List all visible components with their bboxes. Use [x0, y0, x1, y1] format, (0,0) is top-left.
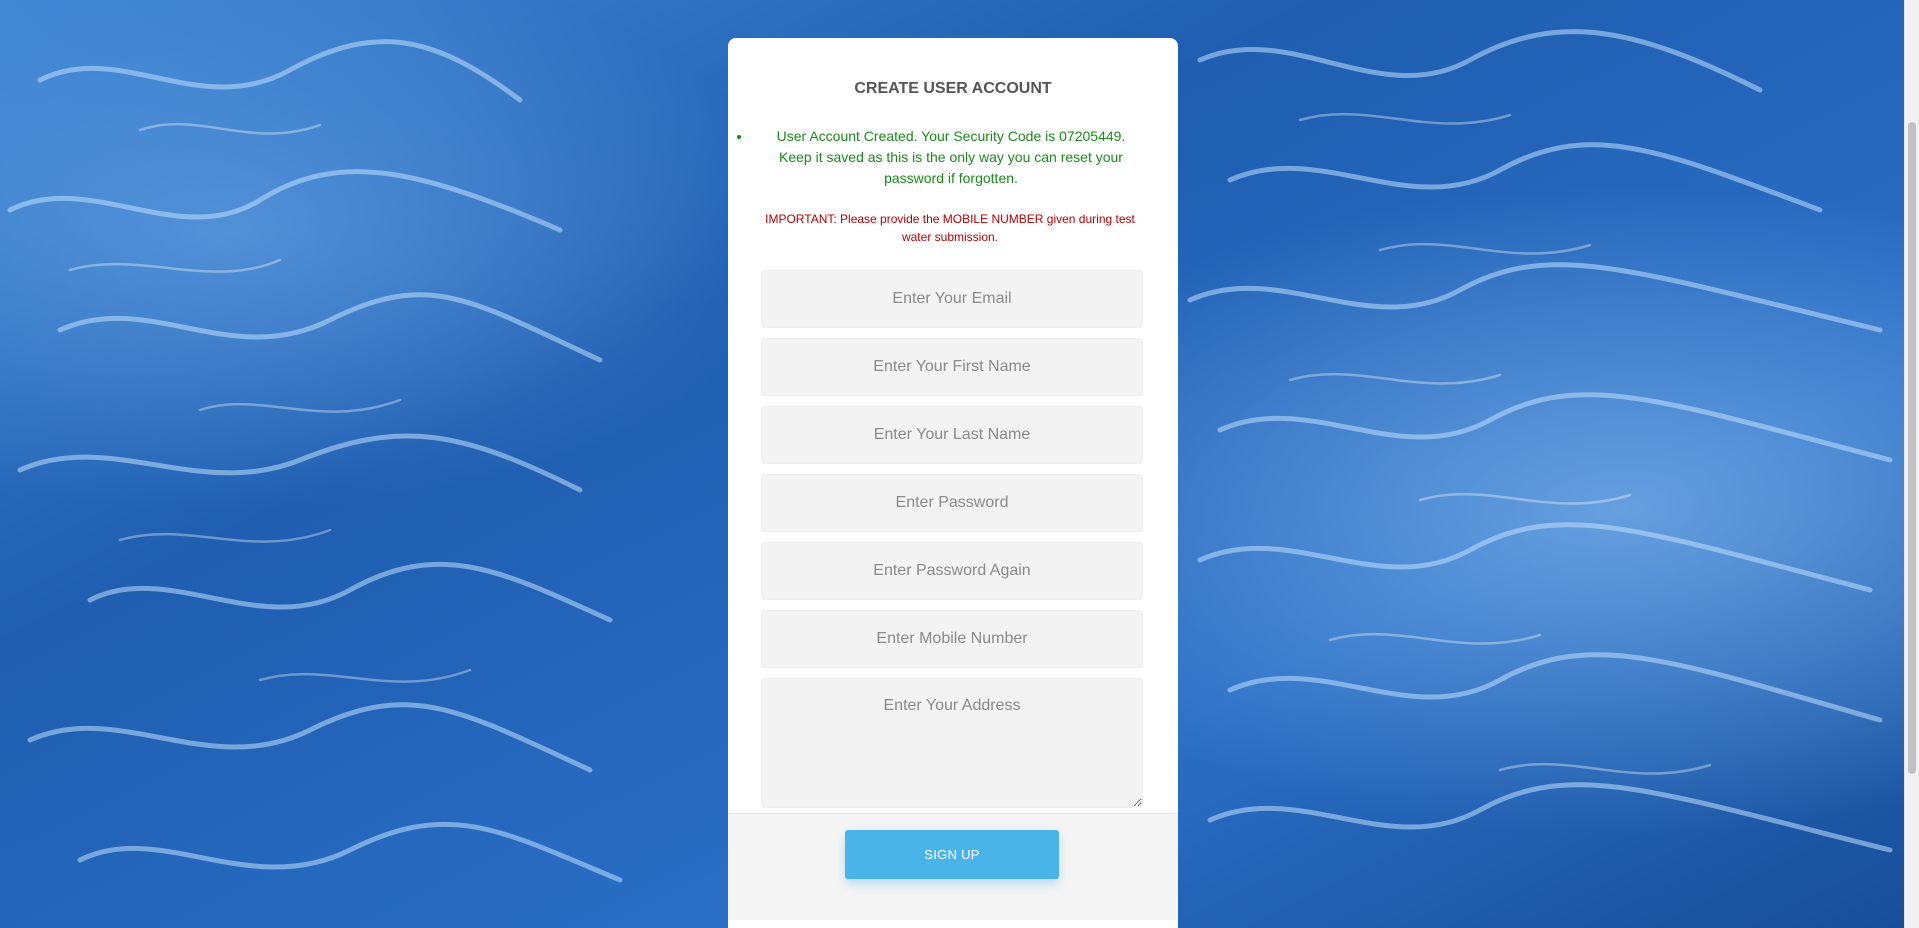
- success-messages: User Account Created. Your Security Code…: [752, 126, 1142, 189]
- page: CREATE USER ACCOUNT User Account Created…: [0, 0, 1919, 928]
- mobile-number-field[interactable]: [761, 610, 1143, 668]
- sign-up-button[interactable]: SIGN UP: [845, 830, 1059, 879]
- password-again-field[interactable]: [761, 542, 1143, 600]
- page-scrollbar[interactable]: [1904, 0, 1919, 928]
- scrollbar-thumb[interactable]: [1908, 122, 1916, 774]
- last-name-field[interactable]: [761, 406, 1143, 464]
- form-title: CREATE USER ACCOUNT: [854, 80, 1052, 97]
- success-message: User Account Created. Your Security Code…: [752, 126, 1142, 189]
- signup-card: CREATE USER ACCOUNT User Account Created…: [728, 38, 1178, 928]
- first-name-field[interactable]: [761, 338, 1143, 396]
- email-field[interactable]: [761, 270, 1143, 328]
- form-footer: SIGN UP: [728, 813, 1178, 920]
- password-field[interactable]: [761, 474, 1143, 532]
- address-field[interactable]: [761, 678, 1143, 808]
- important-notice: IMPORTANT: Please provide the MOBILE NUM…: [765, 212, 1135, 244]
